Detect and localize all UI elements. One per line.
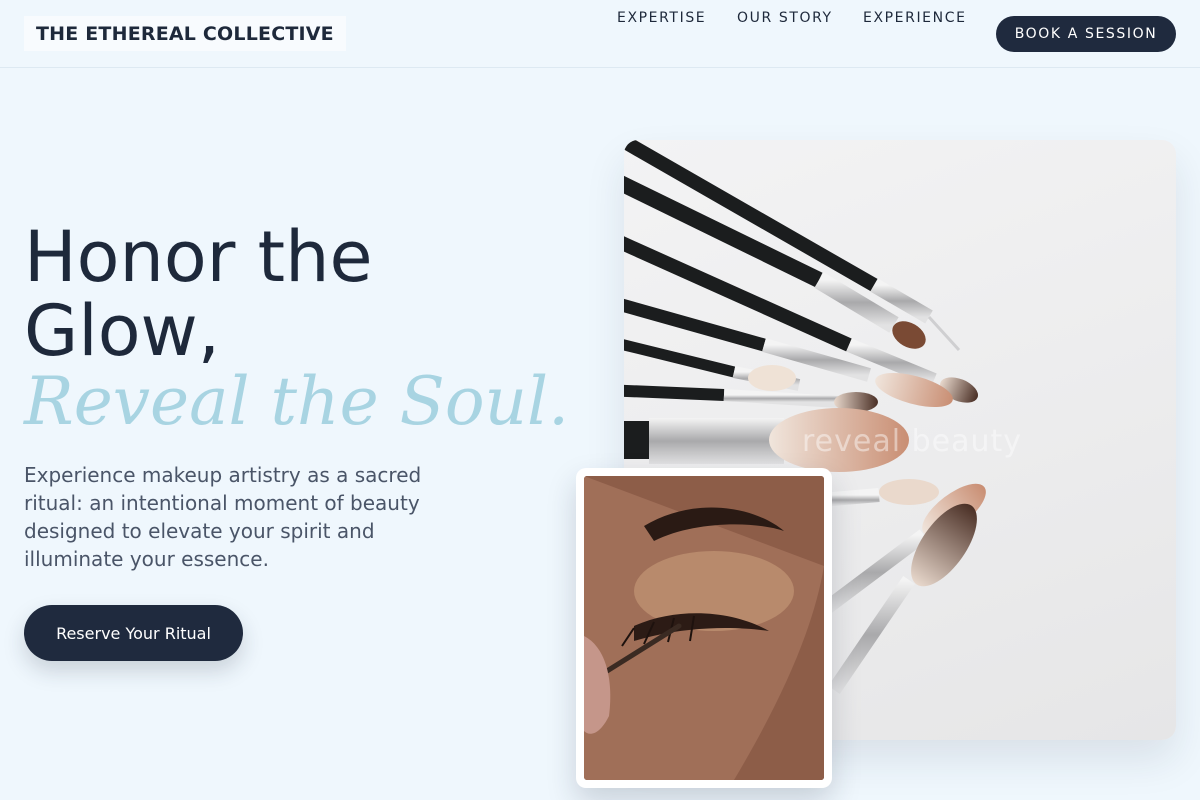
nav-link-expertise[interactable]: EXPERTISE <box>617 0 706 36</box>
eye-makeup-illustration <box>584 476 824 780</box>
book-session-button[interactable]: BOOK A SESSION <box>996 16 1176 52</box>
hero-description: Experience makeup artistry as a sacred r… <box>24 463 422 571</box>
image-watermark: reveal beauty <box>802 424 1023 459</box>
nav-link-experience[interactable]: EXPERIENCE <box>863 0 967 36</box>
site-header: THE ETHEREAL COLLECTIVE EXPERTISE OUR ST… <box>0 0 1200 68</box>
reserve-ritual-button[interactable]: Reserve Your Ritual <box>24 605 243 661</box>
nav-link-our-story[interactable]: OUR STORY <box>737 0 833 36</box>
site-logo[interactable]: THE ETHEREAL COLLECTIVE <box>24 16 346 51</box>
hero-title-line-1: Honor the <box>24 216 373 298</box>
hero-title: Honor the Glow, <box>24 220 544 368</box>
hero-title-line-2: Glow, <box>24 290 221 372</box>
hero-title-accent: Reveal the Soul. <box>24 363 570 440</box>
eye-makeup-image <box>584 476 824 780</box>
inset-photo-card <box>576 468 832 788</box>
